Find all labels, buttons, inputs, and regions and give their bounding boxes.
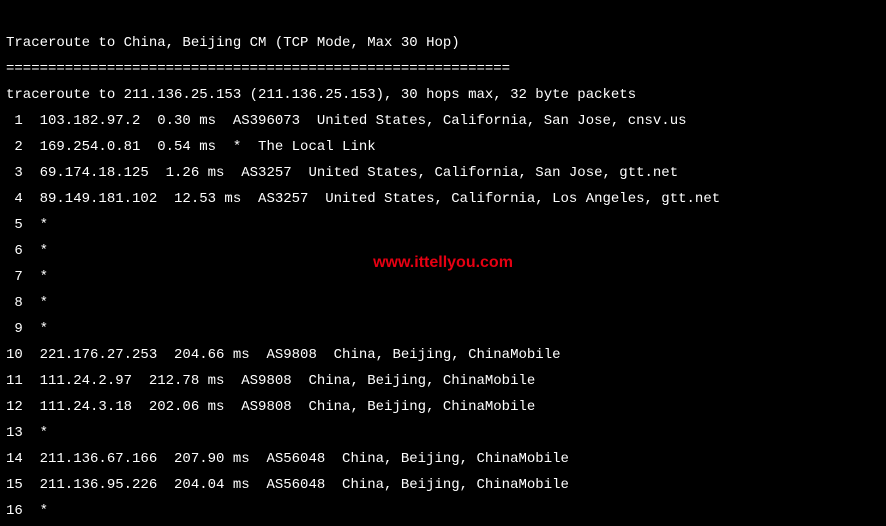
hop-list: 1 103.182.97.2 0.30 ms AS396073 United S… — [6, 108, 880, 526]
separator-line: ========================================… — [6, 61, 510, 77]
trace-title: Traceroute to China, Beijing CM (TCP Mod… — [6, 35, 460, 51]
trace-intro: traceroute to 211.136.25.153 (211.136.25… — [6, 87, 636, 103]
terminal-output: Traceroute to China, Beijing CM (TCP Mod… — [0, 0, 886, 526]
